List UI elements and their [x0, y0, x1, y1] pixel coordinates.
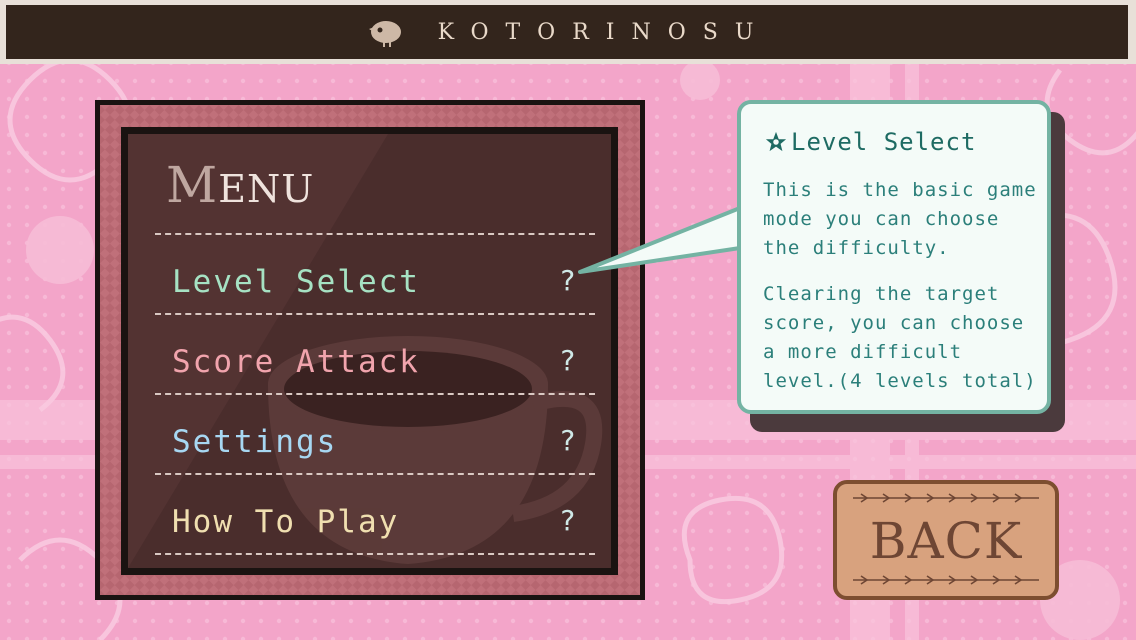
menu-board: MENU Level Select ? Score Attack ? Setti… [95, 100, 645, 600]
menu-item-label: Level Select [172, 264, 420, 300]
menu-panel: MENU Level Select ? Score Attack ? Setti… [128, 134, 611, 568]
menu-item-score-attack[interactable]: Score Attack ? [164, 340, 598, 390]
arrow-border-decoration [853, 575, 1039, 585]
menu-divider [155, 473, 595, 475]
menu-title: MENU [166, 156, 314, 214]
tooltip-heading-text: Level Select [791, 128, 977, 156]
menu-item-label: Score Attack [172, 344, 420, 380]
title-bar: KOTORINOSU [6, 5, 1128, 59]
menu-item-settings[interactable]: Settings ? [164, 420, 598, 470]
star-icon [765, 131, 787, 152]
app-title: KOTORINOSU [437, 19, 771, 45]
menu-item-level-select[interactable]: Level Select ? [164, 260, 598, 310]
arrow-border-decoration [853, 493, 1039, 503]
menu-divider [155, 233, 595, 235]
back-button[interactable]: BACK [833, 480, 1059, 600]
tooltip-paragraph-1: This is the basic game mode you can choo… [763, 179, 1037, 259]
help-question-icon[interactable]: ? [559, 344, 576, 377]
menu-divider [155, 553, 595, 555]
menu-divider [155, 313, 595, 315]
menu-title-initial: M [166, 156, 219, 214]
menu-divider [155, 393, 595, 395]
bird-logo-icon [368, 21, 401, 47]
help-tooltip: Level Select This is the basic game mode… [737, 100, 1051, 414]
top-bar: KOTORINOSU [0, 0, 1136, 64]
tooltip-paragraph-2: Clearing the target score, you can choos… [763, 283, 1037, 392]
menu-item-label: How To Play [172, 504, 400, 540]
tooltip-pointer [578, 206, 750, 274]
tooltip-heading: Level Select [765, 128, 976, 156]
menu-title-rest: ENU [218, 167, 315, 211]
help-question-icon[interactable]: ? [559, 504, 576, 537]
menu-item-label: Settings [172, 424, 338, 460]
back-button-label: BACK [869, 512, 1023, 570]
menu-item-how-to-play[interactable]: How To Play ? [164, 500, 598, 550]
menu-board-inner: MENU Level Select ? Score Attack ? Setti… [121, 127, 618, 575]
help-question-icon[interactable]: ? [559, 424, 576, 457]
menu-board-frame: MENU Level Select ? Score Attack ? Setti… [100, 105, 640, 595]
